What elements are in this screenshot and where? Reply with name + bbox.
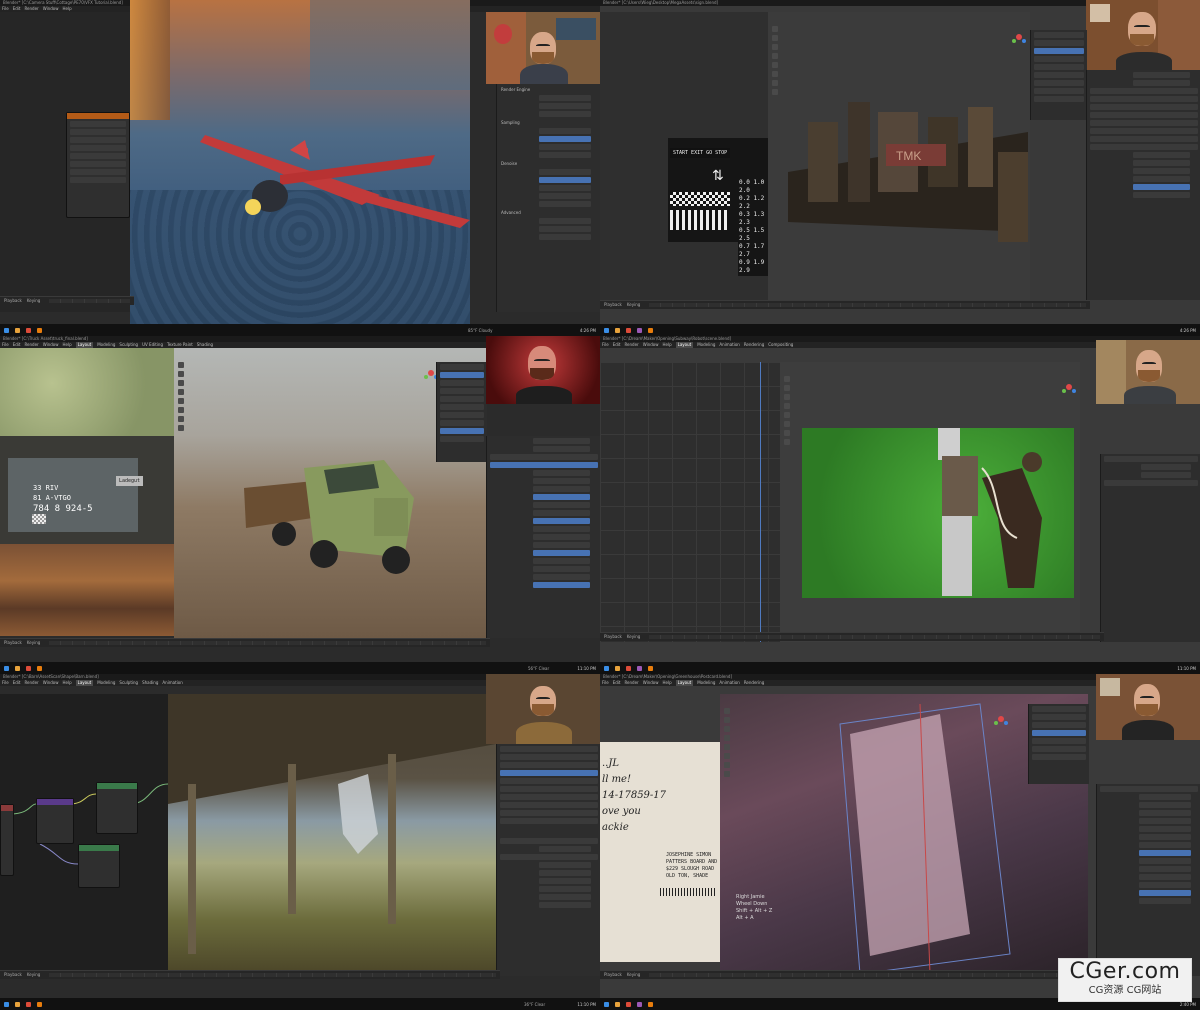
- webcam-feed: [486, 336, 600, 404]
- stripes: [670, 210, 730, 230]
- node-editor[interactable]: [0, 694, 168, 976]
- node-glass-bsdf[interactable]: [96, 782, 138, 834]
- taskbar: 36°F Clear 11:10 PM: [0, 998, 600, 1010]
- robot-figure: [938, 428, 1042, 596]
- timeline[interactable]: Playback Keying: [600, 300, 1090, 309]
- n-panel[interactable]: [436, 362, 487, 462]
- timeline[interactable]: Playback Keying: [600, 632, 1104, 641]
- outliner[interactable]: [1030, 30, 1087, 120]
- webcam-feed: [1086, 0, 1200, 70]
- taskbar: 11:10 PM: [600, 662, 1200, 674]
- node-refraction-bsdf[interactable]: [78, 844, 120, 888]
- clock: 11:10 PM: [577, 1001, 596, 1007]
- left-viewport[interactable]: [0, 12, 130, 312]
- greenscreen-viewport[interactable]: [780, 362, 1080, 642]
- panel-barn: Blender* [C:\Barn\AssetScan\Shape\Barn.b…: [0, 674, 600, 1010]
- taskbar: 56°F Clear 11:10 PM: [0, 662, 600, 674]
- panel-airplane-render: Blender* [C:\Camera Stuff\Cottage\PE70\V…: [0, 0, 600, 336]
- watermark-logo: CGer.com CG资源 CG网站: [1058, 958, 1192, 1002]
- operator-overlay: Right Jamie Wheel Down Shift + Alt + Z A…: [736, 894, 773, 921]
- barn-viewport[interactable]: [168, 694, 496, 976]
- graph-editor[interactable]: [600, 362, 780, 642]
- airplane-render-image: [130, 0, 470, 336]
- panel-sign-city: Blender* [C:\Users\Wieg\Desktop\MegaAsse…: [600, 0, 1200, 336]
- city-model: TMK: [788, 102, 1028, 242]
- texture-reference-plate: 33 RIV 81 A-VTGO 784 8 924-5 Ladegut: [0, 436, 174, 544]
- outliner[interactable]: [496, 744, 600, 836]
- properties-panel[interactable]: [496, 836, 600, 976]
- webcam-feed: [1096, 340, 1200, 404]
- clock: 11:10 PM: [577, 665, 596, 671]
- sign-row: START EXIT GO STOP: [670, 148, 731, 158]
- webcam-feed: [1096, 674, 1200, 740]
- navigation-gizmo[interactable]: [1062, 380, 1076, 394]
- properties-panel[interactable]: [1096, 784, 1200, 976]
- checker: [670, 192, 730, 206]
- node-input[interactable]: [0, 804, 14, 876]
- postcard-address: JOSEPHINE SIMON PATTERS BOARD AND $229 S…: [666, 852, 718, 879]
- floating-panel[interactable]: [66, 112, 130, 218]
- navigation-gizmo[interactable]: [1012, 30, 1026, 44]
- taskbar: 85°F Cloudy 4:26 PM: [0, 324, 600, 336]
- postcard-handwriting: ..JL ll me! 14-17859-17 ove you ackie: [602, 758, 667, 833]
- clock: 11:10 PM: [1177, 665, 1196, 671]
- city-viewport[interactable]: TMK: [768, 12, 1030, 300]
- n-panel[interactable]: [1028, 704, 1089, 784]
- postcard-image: ..JL ll me! 14-17859-17 ove you ackie JO…: [600, 742, 720, 962]
- navigation-gizmo[interactable]: [994, 712, 1008, 726]
- watermark-main: CGer.com: [1069, 959, 1181, 984]
- panel-greenscreen: Blender* [C:\Dream\Maker\Opening\Subway\…: [600, 336, 1200, 674]
- arrows-icon: ⇅: [712, 168, 724, 184]
- timeline[interactable]: Playback Keying: [0, 296, 134, 305]
- properties-panel[interactable]: [1100, 454, 1200, 642]
- node-links: [9, 783, 168, 865]
- image-editor[interactable]: START EXIT GO STOP ⇅ 0.0 1.0 2.0 0.2 1.2…: [600, 12, 772, 300]
- clock: 2:40 PM: [1179, 1001, 1196, 1007]
- properties-panel[interactable]: Render Engine Sampling Denoise Advanced: [496, 84, 600, 312]
- timeline[interactable]: Playback Keying: [0, 638, 490, 647]
- node-bump[interactable]: [36, 798, 74, 844]
- texture-reference-rust: [0, 544, 174, 636]
- sign-number-grid: 0.0 1.0 2.0 0.2 1.2 2.2 0.3 1.3 2.3 0.5 …: [738, 178, 768, 276]
- toolbar[interactable]: [784, 376, 792, 445]
- texture-reference-green: [0, 348, 174, 436]
- barn-structure: [168, 694, 496, 954]
- panel-truck: Blender* [C:\Truck Asset\truck_final.ble…: [0, 336, 600, 674]
- weather-status: 36°F Clear: [524, 1001, 546, 1007]
- webcam-feed: [486, 674, 600, 744]
- clock: 4:26 PM: [1179, 327, 1196, 333]
- greenscreen-footage: [802, 428, 1074, 598]
- properties-panel[interactable]: [1086, 70, 1200, 300]
- taskbar: 4:26 PM: [600, 324, 1200, 336]
- weather-status: 85°F Cloudy: [468, 327, 493, 333]
- timeline[interactable]: Playback Keying: [600, 970, 1100, 979]
- tmk-sign: TMK: [896, 149, 921, 163]
- clock: 4:26 PM: [579, 327, 596, 333]
- barcode: [660, 888, 716, 896]
- airplane-shape: [200, 135, 470, 228]
- weather-status: 56°F Clear: [528, 665, 550, 671]
- timeline[interactable]: Playback Keying: [0, 970, 500, 979]
- properties-panel[interactable]: [486, 436, 600, 638]
- watermark-sub: CG资源 CG网站: [1088, 985, 1162, 996]
- webcam-feed: [486, 12, 600, 84]
